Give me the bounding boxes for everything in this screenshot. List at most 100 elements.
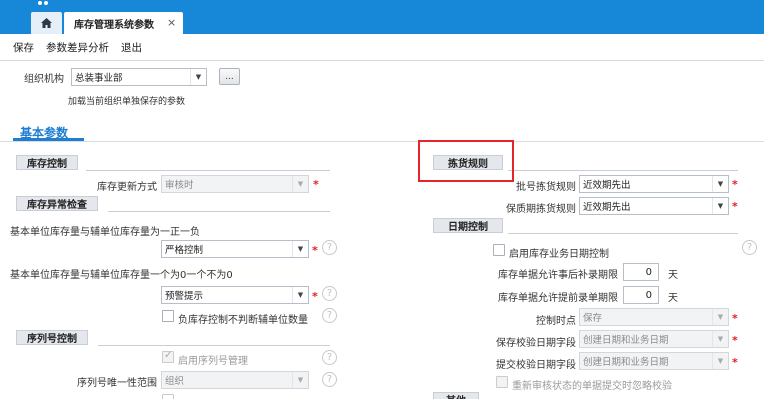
toolbar: 保存 参数差异分析 退出 <box>0 34 764 61</box>
help-icon[interactable]: ? <box>742 240 757 255</box>
chevron-down-icon: ▼ <box>712 198 728 214</box>
group-serial-control: 序列号控制 <box>16 330 88 345</box>
batch-rule-select[interactable]: 近效期先出 ▼ <box>579 175 729 193</box>
after-limit-input[interactable]: 0 <box>623 263 659 281</box>
save-field-label: 保存校验日期字段 <box>496 338 576 349</box>
group-line <box>508 233 738 234</box>
after-limit-label: 库存单据允许事后补录期限 <box>498 270 618 281</box>
group-header: 序列号控制 <box>16 330 88 345</box>
org-label: 组织机构 <box>24 74 64 85</box>
group-inventory-exception: 库存异常检查 <box>16 196 98 211</box>
required-mark: * <box>732 312 738 325</box>
chevron-down-icon: ▼ <box>712 176 728 192</box>
serial-scope-value: 组织 <box>165 376 185 387</box>
chevron-down-icon: ▼ <box>292 176 308 192</box>
neg-stock-checkbox[interactable] <box>162 310 174 322</box>
serial-enable-label: 启用序列号管理 <box>178 356 248 367</box>
neg-stock-label: 负库存控制不判断辅单位数量 <box>178 315 308 326</box>
group-inventory-control: 库存控制 <box>16 155 78 170</box>
update-mode-select[interactable]: 审核时 ▼ <box>161 175 309 193</box>
help-icon[interactable]: ? <box>322 308 337 323</box>
chevron-down-icon: ▼ <box>712 331 728 347</box>
org-select[interactable]: 总装事业部 ▼ <box>71 68 207 86</box>
top-tab-bar: 库存管理系统参数 × <box>0 0 764 34</box>
required-mark: * <box>732 178 738 191</box>
group-header: 日期控制 <box>433 218 503 233</box>
org-value: 总装事业部 <box>75 73 123 84</box>
chevron-down-icon: ▼ <box>292 287 308 303</box>
timing-value: 保存 <box>583 313 603 324</box>
rule1-select[interactable]: 严格控制 ▼ <box>161 240 309 258</box>
group-line <box>98 345 330 346</box>
shelf-rule-label: 保质期拣货规则 <box>506 204 576 215</box>
submit-field-value: 创建日期和业务日期 <box>583 357 669 368</box>
group-line <box>86 170 330 171</box>
close-icon[interactable]: × <box>167 16 176 29</box>
shelf-rule-select[interactable]: 近效期先出 ▼ <box>579 197 729 215</box>
required-mark: * <box>313 178 319 191</box>
date-control-checkbox[interactable] <box>493 244 505 256</box>
tab-inventory-params[interactable]: 库存管理系统参数 × <box>64 12 183 34</box>
after-limit-unit: 天 <box>668 270 678 281</box>
help-icon[interactable]: ? <box>322 350 337 365</box>
timing-label: 控制时点 <box>536 316 576 327</box>
serial-extra-checkbox[interactable] <box>162 394 174 399</box>
group-date-control: 日期控制 <box>433 218 503 233</box>
chevron-down-icon: ▼ <box>190 69 206 85</box>
chevron-down-icon: ▼ <box>712 353 728 369</box>
rule2-select[interactable]: 预警提示 ▼ <box>161 286 309 304</box>
serial-scope-label: 序列号唯一性范围 <box>77 378 157 389</box>
save-field-value: 创建日期和业务日期 <box>583 335 669 346</box>
before-limit-label: 库存单据允许提前录单期限 <box>498 293 618 304</box>
tab-label: 库存管理系统参数 <box>74 19 154 31</box>
brand-logo <box>38 1 48 6</box>
check-icon: ✓ <box>164 350 173 361</box>
group-header: 库存异常检查 <box>16 196 98 211</box>
highlight-annotation <box>418 140 514 182</box>
serial-enable-checkbox[interactable]: ✓ <box>162 350 174 363</box>
shelf-rule-value: 近效期先出 <box>583 202 631 213</box>
batch-rule-value: 近效期先出 <box>583 180 631 191</box>
group-line <box>108 211 330 212</box>
reaudit-label: 重新审核状态的单据提交时忽略校验 <box>512 381 672 392</box>
group-line <box>508 170 738 171</box>
submit-field-select[interactable]: 创建日期和业务日期 ▼ <box>579 352 729 370</box>
help-icon[interactable]: ? <box>322 372 337 387</box>
rule2-label: 基本单位库存量与辅单位库存量一个为0一个不为0 <box>10 270 233 281</box>
org-hint: 加载当前组织单独保存的参数 <box>68 97 186 107</box>
org-lookup-button[interactable]: ... <box>219 68 240 85</box>
required-mark: * <box>312 290 318 303</box>
rule1-value: 严格控制 <box>165 245 204 256</box>
serial-scope-select[interactable]: 组织 ▼ <box>161 371 309 389</box>
rule2-value: 预警提示 <box>165 291 204 302</box>
required-mark: * <box>732 356 738 369</box>
section-divider <box>0 141 764 142</box>
update-mode-label: 库存更新方式 <box>97 182 157 193</box>
submit-field-label: 提交校验日期字段 <box>496 360 576 371</box>
reaudit-checkbox[interactable] <box>496 376 508 388</box>
home-tab[interactable] <box>31 12 62 34</box>
diff-analysis-button[interactable]: 参数差异分析 <box>46 40 109 55</box>
before-limit-input[interactable]: 0 <box>623 286 659 304</box>
group-header: 其他 <box>433 392 479 399</box>
required-mark: * <box>732 200 738 213</box>
save-field-select[interactable]: 创建日期和业务日期 ▼ <box>579 330 729 348</box>
save-button[interactable]: 保存 <box>13 40 34 55</box>
date-control-label: 启用库存业务日期控制 <box>509 249 609 260</box>
rule1-label: 基本单位库存量与辅单位库存量为一正一负 <box>10 227 200 238</box>
batch-rule-label: 批号拣货规则 <box>516 182 576 193</box>
chevron-down-icon: ▼ <box>712 309 728 325</box>
before-limit-unit: 天 <box>668 293 678 304</box>
help-icon[interactable]: ? <box>322 286 337 301</box>
update-mode-value: 审核时 <box>165 180 194 191</box>
chevron-down-icon: ▼ <box>292 372 308 388</box>
group-header: 库存控制 <box>16 155 78 170</box>
required-mark: * <box>732 334 738 347</box>
home-icon <box>41 18 52 28</box>
chevron-down-icon: ▼ <box>292 241 308 257</box>
group-other: 其他 <box>433 392 479 399</box>
help-icon[interactable]: ? <box>322 240 337 255</box>
required-mark: * <box>312 244 318 257</box>
exit-button[interactable]: 退出 <box>121 40 142 55</box>
timing-select[interactable]: 保存 ▼ <box>579 308 729 326</box>
